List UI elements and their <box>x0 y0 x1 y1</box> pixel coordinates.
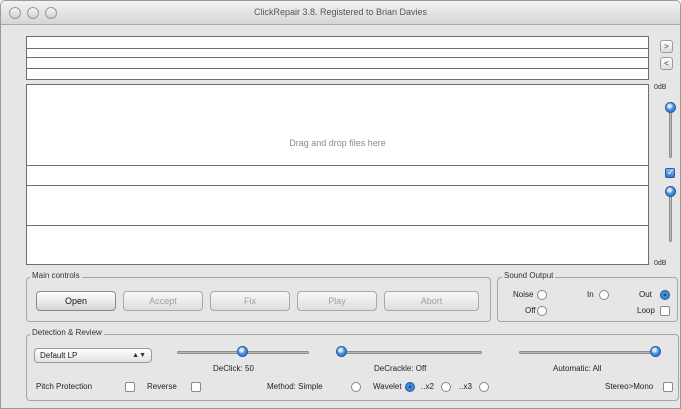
in-radio[interactable] <box>599 290 609 300</box>
overview-divider <box>27 57 648 58</box>
app-window: ClickRepair 3.8. Registered to Brian Dav… <box>0 0 681 409</box>
play-button[interactable]: Play <box>297 291 377 311</box>
stereo-mono-checkbox[interactable] <box>663 382 673 392</box>
x2-label: ..x2 <box>421 382 434 391</box>
sound-output-group <box>497 277 678 322</box>
channel-divider <box>27 165 648 166</box>
wavelet-radio[interactable] <box>405 382 415 392</box>
monitor-level-knob[interactable] <box>665 186 676 197</box>
preset-select[interactable]: Default LP ▲▼ <box>34 348 152 363</box>
in-label: In <box>587 290 594 299</box>
link-checkbox[interactable] <box>665 167 675 178</box>
next-button[interactable]: > <box>660 40 673 53</box>
channel-divider <box>27 185 648 186</box>
overview-divider <box>27 48 648 49</box>
abort-button[interactable]: Abort <box>384 291 479 311</box>
off-radio[interactable] <box>537 306 547 316</box>
loop-label: Loop <box>637 306 655 315</box>
wavelet-label: Wavelet <box>373 382 402 391</box>
bottom-db-label: 0dB <box>654 260 667 267</box>
simple-radio[interactable] <box>351 382 361 392</box>
automatic-label: Automatic: All <box>553 364 602 373</box>
open-button[interactable]: Open <box>36 291 116 311</box>
declick-slider-knob[interactable] <box>237 346 248 357</box>
noise-radio[interactable] <box>537 290 547 300</box>
x2-radio[interactable] <box>441 382 451 392</box>
stereo-mono-label: Stereo>Mono <box>605 382 654 391</box>
fix-button[interactable]: Fix <box>210 291 290 311</box>
automatic-slider-knob[interactable] <box>650 346 661 357</box>
automatic-slider-track[interactable] <box>519 351 656 354</box>
accept-button[interactable]: Accept <box>123 291 203 311</box>
detection-review-title: Detection & Review <box>30 328 104 337</box>
pitch-protection-label: Pitch Protection <box>36 382 93 391</box>
x3-radio[interactable] <box>479 382 489 392</box>
main-controls-title: Main controls <box>30 271 82 280</box>
reverse-checkbox[interactable] <box>191 382 201 392</box>
preset-value: Default LP <box>40 351 78 360</box>
out-label: Out <box>639 290 652 299</box>
window-title: ClickRepair 3.8. Registered to Brian Dav… <box>253 7 428 17</box>
title-bar: ClickRepair 3.8. Registered to Brian Dav… <box>1 1 680 25</box>
x3-label: ..x3 <box>459 382 472 391</box>
pitch-protection-checkbox[interactable] <box>125 382 135 392</box>
overview-waveform[interactable] <box>26 36 649 80</box>
main-content: Drag and drop files here > < 0dB 0dB Mai… <box>1 26 680 408</box>
sound-output-title: Sound Output <box>502 271 556 280</box>
declick-label: DeClick: 50 <box>213 364 254 373</box>
channel-divider <box>27 225 648 226</box>
decrackle-slider-track[interactable] <box>342 351 482 354</box>
decrackle-label: DeCrackle: Off <box>374 364 427 373</box>
off-label: Off <box>525 306 536 315</box>
overview-divider <box>27 68 648 69</box>
drop-hint: Drag and drop files here <box>289 138 386 148</box>
waveform-drop-area[interactable]: Drag and drop files here <box>26 84 649 265</box>
decrackle-slider-knob[interactable] <box>336 346 347 357</box>
out-radio[interactable] <box>660 290 670 300</box>
method-simple-label: Method: Simple <box>267 382 323 391</box>
playback-level-knob[interactable] <box>665 102 676 113</box>
loop-checkbox[interactable] <box>660 306 670 316</box>
updown-arrows-icon: ▲▼ <box>132 352 146 359</box>
noise-label: Noise <box>513 290 534 299</box>
previous-button[interactable]: < <box>660 57 673 70</box>
top-db-label: 0dB <box>654 84 667 91</box>
reverse-label: Reverse <box>147 382 177 391</box>
